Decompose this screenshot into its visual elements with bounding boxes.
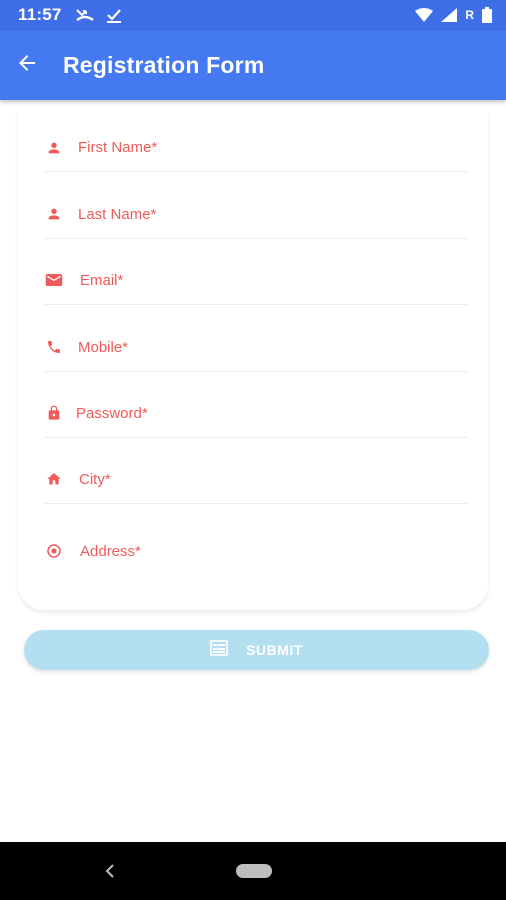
navigation-bar: [0, 842, 506, 900]
nav-back-icon[interactable]: [100, 860, 120, 882]
registration-form-card: First Name* Last Name* Email* Mobile* Pa…: [18, 108, 488, 610]
phone-icon: [44, 337, 64, 357]
last-name-field[interactable]: Last Name*: [44, 190, 468, 239]
last-name-label: Last Name*: [78, 205, 157, 223]
lock-icon: [44, 403, 64, 423]
city-field[interactable]: City*: [44, 455, 468, 504]
back-button[interactable]: [2, 40, 52, 90]
mobile-label: Mobile*: [78, 338, 129, 356]
password-field[interactable]: Password*: [44, 389, 468, 438]
email-icon: [44, 270, 64, 290]
first-name-field[interactable]: First Name*: [44, 124, 468, 172]
password-label: Password*: [76, 404, 148, 422]
missed-call-icon: [75, 8, 94, 22]
mobile-field[interactable]: Mobile*: [44, 323, 468, 372]
email-label: Email*: [80, 271, 124, 289]
page-title: Registration Form: [63, 51, 265, 78]
form-icon: [210, 639, 228, 661]
submit-button[interactable]: SUBMIT: [24, 630, 489, 670]
battery-icon: [482, 7, 492, 23]
network-label: R: [465, 8, 474, 22]
signal-icon: [441, 8, 458, 22]
checkbox-icon: [106, 7, 122, 23]
first-name-label: First Name*: [78, 139, 158, 156]
status-time: 11:57: [18, 5, 62, 24]
status-bar: 11:57 R: [0, 0, 506, 30]
person-icon: [44, 138, 64, 158]
app-bar: Registration Form: [0, 30, 506, 100]
submit-label: SUBMIT: [246, 642, 303, 658]
address-field[interactable]: Address*: [44, 528, 468, 574]
city-label: City*: [79, 470, 111, 488]
arrow-back-icon: [15, 51, 39, 80]
address-label: Address*: [80, 542, 141, 560]
wifi-icon: [415, 8, 434, 22]
person-icon: [44, 204, 64, 224]
location-icon: [44, 541, 64, 561]
nav-home-pill[interactable]: [236, 864, 272, 878]
home-icon: [44, 469, 64, 489]
email-field[interactable]: Email*: [44, 256, 468, 305]
